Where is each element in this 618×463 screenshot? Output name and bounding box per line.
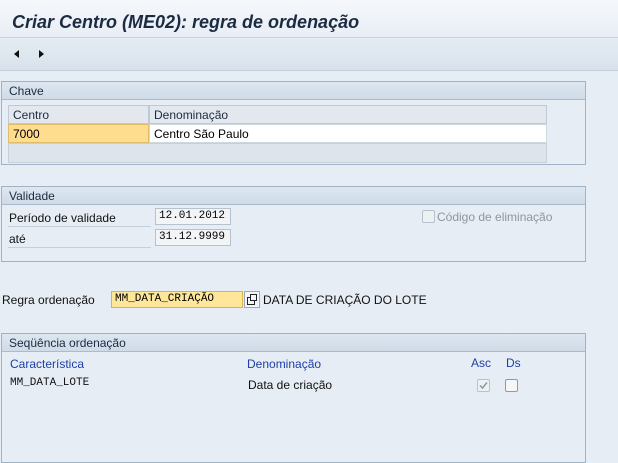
sequencia-ordenacao-panel: Seqüência ordenação Característica Denom… [1,333,586,463]
asc-checkbox[interactable] [477,379,490,392]
regra-ordenacao-label: Regra ordenação [2,293,95,307]
regra-ordenacao-description: DATA DE CRIAÇÃO DO LOTE [263,293,427,307]
periodo-validade-field[interactable]: 12.01.2012 [155,208,231,225]
validade-panel: Validade Período de validade 12.01.2012 … [1,186,586,262]
chave-panel-title: Chave [2,82,585,100]
centro-cell[interactable]: 7000 [8,124,149,143]
toolbar [0,39,618,71]
column-header-denominacao[interactable]: Denominação [149,105,547,124]
empty-table-row [8,143,547,163]
codigo-eliminacao-checkbox[interactable] [422,210,435,223]
caracteristica-value: MM_DATA_LOTE [10,377,90,389]
window-title: Criar Centro (ME02): regra de ordenação [12,12,360,32]
divider [8,247,151,248]
arrow-left-icon[interactable] [10,47,24,61]
regra-ordenacao-field[interactable]: MM_DATA_CRIAÇÃO [111,291,243,308]
chave-panel: Chave Centro Denominação 7000 Centro São… [1,81,586,165]
denominacao-value: Data de criação [248,378,333,392]
codigo-eliminacao-label: Código de eliminação [437,210,553,224]
column-header-denominacao: Denominação [247,357,322,371]
ate-field[interactable]: 31.12.9999 [155,229,231,246]
column-header-ds: Ds [506,356,521,370]
value-help-icon[interactable] [244,291,260,308]
column-header-centro[interactable]: Centro [8,105,149,124]
ate-label: até [9,232,26,246]
denominacao-cell[interactable]: Centro São Paulo [149,124,547,143]
sequencia-ordenacao-title: Seqüência ordenação [2,334,585,352]
arrow-right-icon[interactable] [34,47,48,61]
title-bar: Criar Centro (ME02): regra de ordenação [0,0,618,38]
divider [8,226,151,227]
column-header-asc: Asc [471,356,492,370]
validade-panel-title: Validade [2,187,585,205]
ds-checkbox[interactable] [505,379,518,392]
column-header-caracteristica: Característica [10,357,85,371]
periodo-validade-label: Período de validade [9,211,116,225]
